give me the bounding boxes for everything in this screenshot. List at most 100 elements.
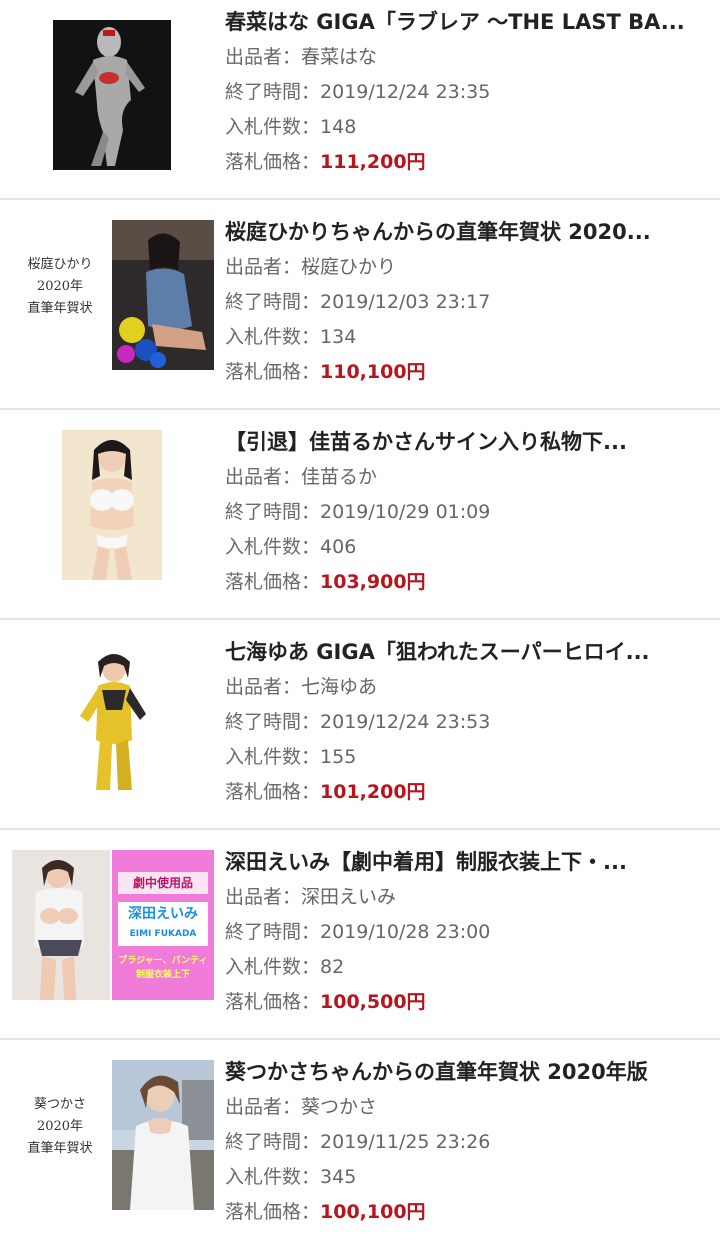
banner-note: 制服衣装上下 bbox=[135, 970, 190, 980]
price-row: 落札価格：103,900円 bbox=[225, 565, 710, 600]
bids-row: 入札件数：134 bbox=[225, 320, 710, 355]
bids-value: 148 bbox=[320, 116, 357, 138]
item-thumbnail[interactable] bbox=[10, 20, 214, 170]
card-caption: 桜庭ひかり 2020年 直筆年賀状 bbox=[10, 254, 110, 320]
product-banner: 劇中使用品 深田えいみ EIMI FUKADA ブラジャー、パンティ 制服衣装上… bbox=[112, 850, 214, 1000]
seller-label: 出品者： bbox=[225, 1096, 302, 1118]
list-item[interactable]: 【引退】佳苗るかさんサイン入り私物下... 出品者：佳苗るか 終了時間：2019… bbox=[0, 410, 720, 620]
price-label: 落札価格： bbox=[225, 1201, 321, 1223]
price-value: 110,100円 bbox=[320, 361, 426, 383]
item-info: 七海ゆあ GIGA「狙われたスーパーヒロイ... 出品者：七海ゆあ 終了時間：2… bbox=[225, 634, 710, 810]
end-time-row: 終了時間：2019/12/24 23:53 bbox=[225, 705, 710, 740]
seller-label: 出品者： bbox=[225, 886, 302, 908]
item-info: 春菜はな GIGA「ラブレア 〜THE LAST BA... 出品者：春菜はな … bbox=[225, 4, 710, 180]
item-info: 深田えいみ【劇中着用】制服衣装上下・... 出品者：深田えいみ 終了時間：201… bbox=[225, 844, 710, 1020]
item-title[interactable]: 桜庭ひかりちゃんからの直筆年賀状 2020... bbox=[225, 214, 710, 250]
card-caption-line: 2020年 bbox=[36, 1119, 84, 1134]
seller-row: 出品者：深田えいみ bbox=[225, 880, 710, 915]
list-item[interactable]: 七海ゆあ GIGA「狙われたスーパーヒロイ... 出品者：七海ゆあ 終了時間：2… bbox=[0, 620, 720, 830]
banner-namebox: 深田えいみ EIMI FUKADA bbox=[118, 902, 208, 946]
card-caption-line: 2020年 bbox=[36, 279, 84, 294]
item-thumbnail[interactable] bbox=[10, 640, 214, 790]
price-row: 落札価格：101,200円 bbox=[225, 775, 710, 810]
seller-row: 出品者：春菜はな bbox=[225, 40, 710, 75]
item-info: 葵つかさちゃんからの直筆年賀状 2020年版 出品者：葵つかさ 終了時間：201… bbox=[225, 1054, 710, 1230]
end-time-value: 2019/12/03 23:17 bbox=[320, 291, 491, 313]
seller-label: 出品者： bbox=[225, 46, 302, 68]
bids-row: 入札件数：155 bbox=[225, 740, 710, 775]
list-item[interactable]: 桜庭ひかり 2020年 直筆年賀状 桜庭ひかりちゃんからの直筆年賀状 2020.… bbox=[0, 200, 720, 410]
list-item[interactable]: 春菜はな GIGA「ラブレア 〜THE LAST BA... 出品者：春菜はな … bbox=[0, 0, 720, 200]
item-title[interactable]: 七海ゆあ GIGA「狙われたスーパーヒロイ... bbox=[225, 634, 710, 670]
bids-row: 入札件数：345 bbox=[225, 1160, 710, 1195]
auction-result-list: 春菜はな GIGA「ラブレア 〜THE LAST BA... 出品者：春菜はな … bbox=[0, 0, 720, 1250]
bids-label: 入札件数： bbox=[225, 746, 321, 768]
item-thumbnail[interactable]: 桜庭ひかり 2020年 直筆年賀状 bbox=[10, 220, 214, 370]
bids-value: 82 bbox=[320, 956, 345, 978]
end-time-row: 終了時間：2019/11/25 23:26 bbox=[225, 1125, 710, 1160]
price-row: 落札価格：100,500円 bbox=[225, 985, 710, 1020]
item-thumbnail[interactable]: 葵つかさ 2020年 直筆年賀状 bbox=[10, 1060, 214, 1210]
end-time-label: 終了時間： bbox=[225, 921, 321, 943]
price-label: 落札価格： bbox=[225, 151, 321, 173]
seller-row: 出品者：佳苗るか bbox=[225, 460, 710, 495]
bids-label: 入札件数： bbox=[225, 1166, 321, 1188]
end-time-label: 終了時間： bbox=[225, 81, 321, 103]
price-value: 101,200円 bbox=[320, 781, 426, 803]
product-photo bbox=[62, 640, 162, 790]
end-time-label: 終了時間： bbox=[225, 291, 321, 313]
seller-value: 春菜はな bbox=[301, 46, 378, 68]
end-time-row: 終了時間：2019/10/29 01:09 bbox=[225, 495, 710, 530]
card-caption-line: 直筆年賀状 bbox=[27, 301, 93, 316]
banner-name: 深田えいみ bbox=[128, 906, 198, 922]
seller-value: 深田えいみ bbox=[301, 886, 397, 908]
item-thumbnail[interactable] bbox=[10, 430, 214, 580]
item-info: 桜庭ひかりちゃんからの直筆年賀状 2020... 出品者：桜庭ひかり 終了時間：… bbox=[225, 214, 710, 390]
bids-value: 345 bbox=[320, 1166, 357, 1188]
item-thumbnail[interactable]: 劇中使用品 深田えいみ EIMI FUKADA ブラジャー、パンティ 制服衣装上… bbox=[10, 850, 214, 1000]
price-label: 落札価格： bbox=[225, 361, 321, 383]
bids-label: 入札件数： bbox=[225, 116, 321, 138]
bids-row: 入札件数：82 bbox=[225, 950, 710, 985]
list-item[interactable]: 劇中使用品 深田えいみ EIMI FUKADA ブラジャー、パンティ 制服衣装上… bbox=[0, 830, 720, 1040]
list-item[interactable]: 葵つかさ 2020年 直筆年賀状 葵つかさちゃんからの直筆年賀状 2020年版 bbox=[0, 1040, 720, 1250]
price-value: 100,100円 bbox=[320, 1201, 426, 1223]
banner-name-en: EIMI FUKADA bbox=[129, 929, 197, 939]
end-time-label: 終了時間： bbox=[225, 1131, 321, 1153]
end-time-label: 終了時間： bbox=[225, 711, 321, 733]
end-time-row: 終了時間：2019/12/24 23:35 bbox=[225, 75, 710, 110]
seller-row: 出品者：葵つかさ bbox=[225, 1090, 710, 1125]
end-time-row: 終了時間：2019/12/03 23:17 bbox=[225, 285, 710, 320]
seller-label: 出品者： bbox=[225, 676, 302, 698]
item-title[interactable]: 【引退】佳苗るかさんサイン入り私物下... bbox=[225, 424, 710, 460]
card-caption-line: 桜庭ひかり bbox=[27, 257, 93, 272]
seller-row: 出品者：七海ゆあ bbox=[225, 670, 710, 705]
bids-value: 406 bbox=[320, 536, 357, 558]
seller-row: 出品者：桜庭ひかり bbox=[225, 250, 710, 285]
price-row: 落札価格：110,100円 bbox=[225, 355, 710, 390]
card-caption-line: 葵つかさ bbox=[33, 1097, 86, 1112]
price-value: 111,200円 bbox=[320, 151, 426, 173]
price-value: 100,500円 bbox=[320, 991, 426, 1013]
product-photo bbox=[112, 220, 214, 370]
end-time-label: 終了時間： bbox=[225, 501, 321, 523]
seller-value: 桜庭ひかり bbox=[301, 256, 397, 278]
bids-value: 155 bbox=[320, 746, 357, 768]
bids-row: 入札件数：148 bbox=[225, 110, 710, 145]
banner-note: ブラジャー、パンティ bbox=[118, 956, 208, 966]
seller-value: 葵つかさ bbox=[301, 1096, 378, 1118]
end-time-value: 2019/12/24 23:53 bbox=[320, 711, 491, 733]
item-title[interactable]: 深田えいみ【劇中着用】制服衣装上下・... bbox=[225, 844, 710, 880]
item-title[interactable]: 春菜はな GIGA「ラブレア 〜THE LAST BA... bbox=[225, 4, 710, 40]
seller-label: 出品者： bbox=[225, 466, 302, 488]
card-caption: 葵つかさ 2020年 直筆年賀状 bbox=[10, 1094, 110, 1160]
end-time-value: 2019/12/24 23:35 bbox=[320, 81, 491, 103]
item-title[interactable]: 葵つかさちゃんからの直筆年賀状 2020年版 bbox=[225, 1054, 710, 1090]
price-row: 落札価格：100,100円 bbox=[225, 1195, 710, 1230]
banner-heading: 劇中使用品 bbox=[118, 872, 208, 894]
card-caption-line: 直筆年賀状 bbox=[27, 1141, 93, 1156]
end-time-value: 2019/10/28 23:00 bbox=[320, 921, 491, 943]
price-label: 落札価格： bbox=[225, 781, 321, 803]
bids-label: 入札件数： bbox=[225, 326, 321, 348]
seller-value: 佳苗るか bbox=[301, 466, 378, 488]
